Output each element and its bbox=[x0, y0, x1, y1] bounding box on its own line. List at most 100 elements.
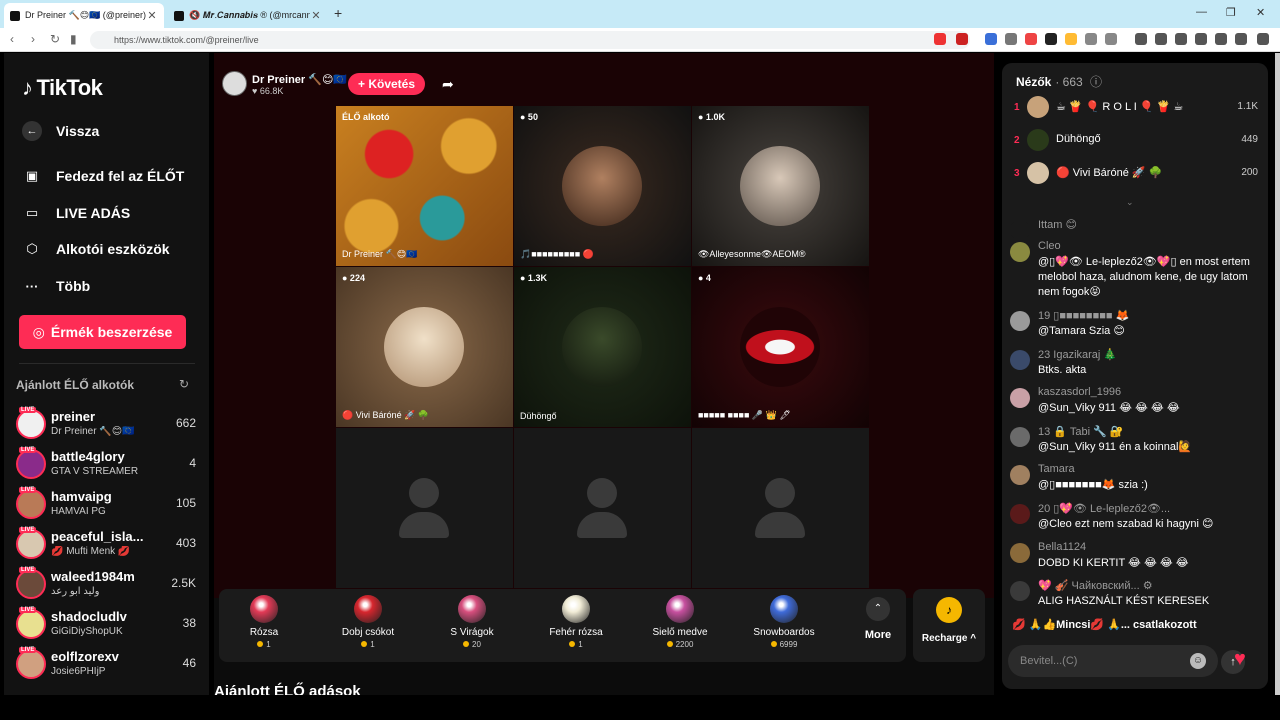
nav-creator-tools[interactable]: ⬡ Alkotói eszközök bbox=[22, 239, 169, 259]
close-tab-icon[interactable]: ✕ bbox=[146, 9, 158, 22]
recharge-button[interactable]: ♪ Recharge ^ bbox=[913, 589, 985, 662]
guest-tile-host[interactable]: ÉLŐ alkotó Dr Preiner 🔨😊🇪🇺 bbox=[336, 106, 513, 266]
sidebar-toggle-icon[interactable] bbox=[1175, 33, 1187, 45]
extension-icon[interactable] bbox=[1005, 33, 1017, 45]
extension-icon[interactable] bbox=[1065, 33, 1077, 45]
logo-text: TikTok bbox=[36, 75, 103, 100]
recommended-creator[interactable]: LIVE preiner Dr Preiner 🔨😊🇪🇺 662 bbox=[16, 407, 196, 443]
info-icon[interactable]: ⓘ bbox=[1090, 75, 1102, 89]
more-label: More bbox=[864, 629, 892, 641]
tab-active[interactable]: Dr Preiner 🔨😊🇪🇺 (@preiner) ✕ bbox=[4, 3, 164, 28]
get-coins-button[interactable]: ◎ Érmék beszerzése bbox=[19, 315, 186, 349]
recommended-creator[interactable]: LIVE peaceful_isla... 💋 Mufti Menk 💋 403 bbox=[16, 527, 196, 563]
gift-image bbox=[666, 595, 694, 623]
chat-avatar bbox=[1010, 388, 1030, 408]
nav-explore-live[interactable]: ▣ Fedezd fel az ÉLŐT bbox=[22, 166, 185, 186]
bookmark-icon[interactable]: ▮ bbox=[70, 32, 77, 46]
nav-more[interactable]: ··· Több bbox=[22, 276, 91, 296]
top-viewer-row[interactable]: 3 🔴 Vivi Báróné 🚀 🌳 200 bbox=[1014, 159, 1258, 189]
guest-tile[interactable]: ● 50 🎵■■■■■■■■■ 🔴 bbox=[514, 106, 691, 266]
person-placeholder-body bbox=[755, 512, 805, 538]
tiktok-coin-icon: ♪ bbox=[936, 597, 962, 623]
address-field[interactable]: https://www.tiktok.com/@preiner/live bbox=[90, 31, 970, 49]
chat-username: kaszasdorl_1996 bbox=[1038, 386, 1122, 398]
tile-badge: ● 1.3K bbox=[520, 273, 547, 283]
chat-text: @Sun_Viky 911 😂 😂 😂 😂 bbox=[1038, 402, 1180, 414]
recommended-creator[interactable]: LIVE hamvaipg HAMVAI PG 105 bbox=[16, 487, 196, 523]
top-viewer-row[interactable]: 2 Dühöngő 449 bbox=[1014, 126, 1258, 156]
menu-icon[interactable] bbox=[1257, 33, 1269, 45]
recommended-creator[interactable]: LIVE waleed1984m وليد ابو رعد 2.5K bbox=[16, 567, 196, 603]
refresh-icon[interactable]: ↻ bbox=[179, 377, 189, 391]
download-icon[interactable] bbox=[1135, 33, 1147, 45]
empty-guest-slot[interactable] bbox=[692, 428, 869, 588]
gift-price: 20 bbox=[432, 640, 512, 649]
recommended-creator[interactable]: LIVE shadocludlv GiGiDiyShopUK 38 bbox=[16, 607, 196, 643]
follow-button[interactable]: + Követés bbox=[348, 73, 426, 95]
extension-icon[interactable] bbox=[1085, 33, 1097, 45]
chat-username: Tamara bbox=[1038, 463, 1075, 475]
top-viewer-row[interactable]: 1 ☕ 🍟 🎈 R O L I 🎈 🍟 ☕ 1.1K bbox=[1014, 93, 1258, 123]
emoji-icon[interactable]: ☺ bbox=[1190, 653, 1206, 669]
reload-icon[interactable]: ↻ bbox=[50, 32, 60, 46]
chat-text: @▯■■■■■■■🦊 szia :) bbox=[1038, 479, 1148, 491]
minimize-icon[interactable]: — bbox=[1196, 6, 1207, 18]
expand-chevron-icon[interactable]: ⌄ bbox=[1126, 197, 1134, 208]
back-icon[interactable]: ‹ bbox=[10, 32, 14, 46]
creator-avatar bbox=[16, 489, 46, 519]
chat-username: Bella1124 bbox=[1038, 541, 1087, 553]
empty-guest-slot[interactable] bbox=[336, 428, 513, 588]
leo-icon[interactable] bbox=[1215, 33, 1227, 45]
recommended-creator[interactable]: LIVE battle4glory GTA V STREAMER 4 bbox=[16, 447, 196, 483]
guest-tile[interactable]: ● 224 🔴 Vivi Báróné 🚀 🌳 bbox=[336, 267, 513, 427]
shield-icon[interactable] bbox=[1235, 33, 1247, 45]
gift-item[interactable]: S Virágok 20 bbox=[432, 595, 512, 649]
guest-tile[interactable]: ● 1.0K 👁Alleyesonme👁AEOM® bbox=[692, 106, 869, 266]
get-coins-label: Érmék beszerzése bbox=[50, 324, 173, 340]
guest-tile[interactable]: ● 4 ■■■■■ ■■■■ 🎤 👑 🖊 bbox=[692, 267, 869, 427]
viewer-count: 2.5K bbox=[171, 576, 196, 590]
host-avatar[interactable] bbox=[222, 71, 247, 96]
extension-icon[interactable] bbox=[956, 33, 968, 45]
viewers-header[interactable]: Nézők · 663 ⓘ bbox=[1016, 73, 1102, 90]
gift-name: S Virágok bbox=[450, 627, 494, 638]
wallet-icon[interactable] bbox=[1195, 33, 1207, 45]
creator-nickname: Josie6PHIjP bbox=[51, 666, 106, 677]
close-window-icon[interactable]: ✕ bbox=[1256, 6, 1265, 19]
forward-icon[interactable]: › bbox=[31, 32, 35, 46]
gift-item[interactable]: Dobj csókot 1 bbox=[328, 595, 408, 649]
guest-avatar bbox=[562, 146, 642, 226]
extension-icon[interactable] bbox=[1025, 33, 1037, 45]
more-gifts-button[interactable]: ⌃ More bbox=[856, 597, 900, 641]
comment-input[interactable]: Bevitel...(C) bbox=[1008, 645, 1218, 677]
tile-badge: ● 1.0K bbox=[698, 112, 725, 122]
share-icon[interactable]: ➦ bbox=[442, 76, 454, 93]
tile-caption: 👁Alleyesonme👁AEOM® bbox=[698, 249, 806, 259]
gift-item[interactable]: Snowboardos 6999 bbox=[744, 595, 824, 649]
nav-back[interactable]: ← Vissza bbox=[22, 121, 99, 141]
scrollbar[interactable] bbox=[1275, 53, 1280, 695]
tab-inactive[interactable]: 🔇 𝑴𝒓.𝑪𝒂𝒏𝒏𝒂𝒃𝒊𝒔 ® (@mrcannab ✕ bbox=[168, 3, 328, 28]
extension-icon[interactable] bbox=[934, 33, 946, 45]
creator-name: waleed1984m bbox=[51, 569, 135, 584]
host-info[interactable]: Dr Preiner 🔨😊🇪🇺 ♥ 66.8K bbox=[222, 71, 347, 96]
gift-item[interactable]: Fehér rózsa 1 bbox=[536, 595, 616, 649]
maximize-icon[interactable]: ❐ bbox=[1226, 6, 1236, 19]
guest-tile[interactable]: ● 1.3K Dühöngő bbox=[514, 267, 691, 427]
recommended-creator[interactable]: LIVE eolflzorexv Josie6PHIjP 46 bbox=[16, 647, 196, 683]
empty-guest-slot[interactable] bbox=[514, 428, 691, 588]
new-tab-icon[interactable]: + bbox=[334, 5, 342, 21]
close-tab-icon[interactable]: ✕ bbox=[310, 9, 322, 22]
viewer-count: 403 bbox=[175, 536, 196, 550]
nav-go-live[interactable]: ▭ LIVE ADÁS bbox=[22, 203, 130, 223]
gift-item[interactable]: Sielő medve 2200 bbox=[640, 595, 720, 649]
host-name[interactable]: Dr Preiner 🔨😊🇪🇺 bbox=[252, 73, 347, 86]
like-heart-icon[interactable]: ♥ bbox=[1234, 648, 1260, 674]
media-icon[interactable] bbox=[1155, 33, 1167, 45]
extension-icon[interactable] bbox=[1105, 33, 1117, 45]
extension-icon[interactable] bbox=[1045, 33, 1057, 45]
tiktok-logo[interactable]: ♪ TikTok bbox=[22, 75, 103, 101]
extension-icon[interactable] bbox=[985, 33, 997, 45]
gift-item[interactable]: Rózsa 1 bbox=[224, 595, 304, 649]
viewers-count: · 663 bbox=[1055, 75, 1083, 89]
